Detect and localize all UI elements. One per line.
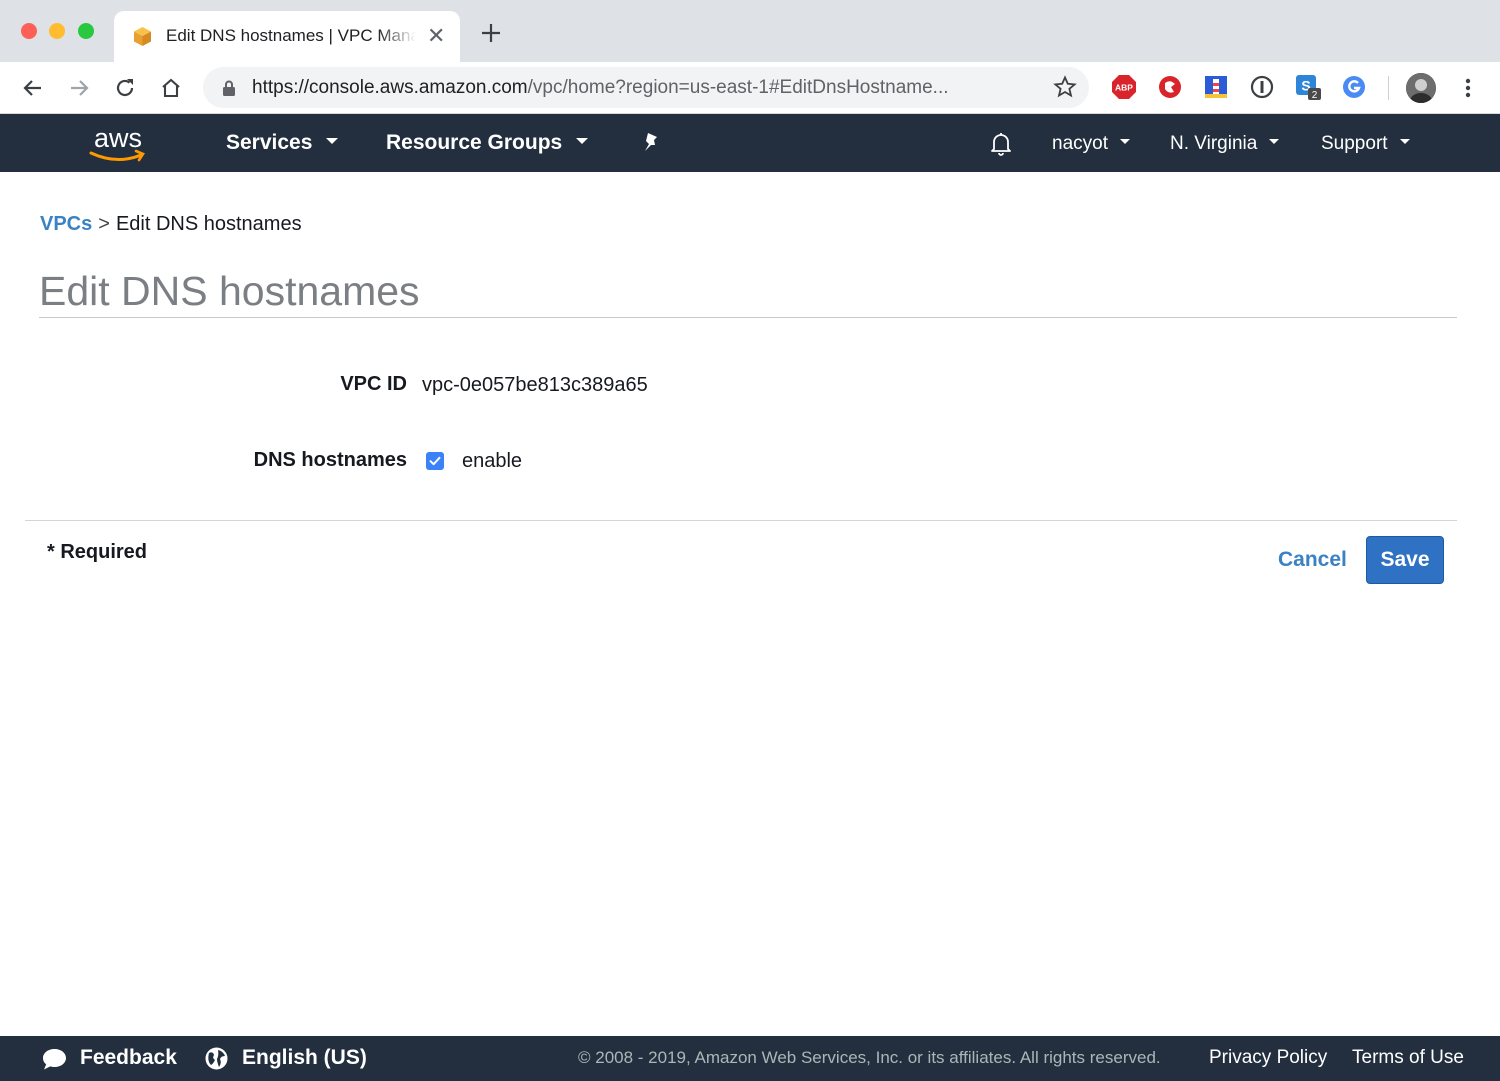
nav-region-label: N. Virginia [1170, 133, 1258, 154]
s-extension-icon[interactable]: S 2 [1295, 74, 1321, 100]
dns-hostnames-enable-label[interactable]: enable [462, 450, 522, 473]
nav-account-label: nacyot [1052, 133, 1108, 154]
nav-account-menu[interactable]: nacyot [1052, 133, 1130, 155]
avatar-image [1406, 73, 1436, 103]
profile-avatar[interactable] [1406, 73, 1436, 103]
address-bar[interactable]: https://console.aws.amazon.com/vpc/home?… [203, 67, 1089, 108]
toolbar-separator [1388, 76, 1389, 100]
title-divider [39, 317, 1457, 318]
browser-tab[interactable]: Edit DNS hostnames | VPC Management Cons… [114, 11, 460, 62]
nav-region-menu[interactable]: N. Virginia [1170, 133, 1280, 155]
vpc-id-value: vpc-0e057be813c389a65 [422, 374, 648, 396]
back-arrow-icon[interactable] [20, 75, 46, 101]
breadcrumb: VPCs > Edit DNS hostnames [40, 213, 302, 236]
bookmark-star-icon[interactable] [1053, 75, 1077, 99]
svg-text:aws: aws [94, 123, 142, 153]
chevron-down-icon [576, 138, 589, 145]
page-title: Edit DNS hostnames [39, 268, 420, 314]
reload-icon[interactable] [112, 75, 138, 101]
url-text: https://console.aws.amazon.com/vpc/home?… [252, 77, 949, 99]
chevron-down-icon [1119, 139, 1130, 145]
chevron-down-icon [1399, 139, 1410, 145]
password-extension-icon[interactable] [1249, 74, 1275, 100]
cancel-button[interactable]: Cancel [1278, 548, 1347, 572]
copyright-text: © 2008 - 2019, Amazon Web Services, Inc.… [578, 1048, 1161, 1067]
required-note: * Required [47, 541, 148, 563]
vpc-id-label: VPC ID [340, 373, 407, 395]
lock-icon [223, 80, 235, 96]
nav-services-menu[interactable]: Services [226, 131, 339, 155]
feedback-speech-bubble-icon[interactable] [41, 1047, 68, 1071]
globe-icon[interactable] [204, 1046, 229, 1071]
url-host: https://console.aws.amazon.com [252, 77, 528, 98]
save-button[interactable]: Save [1366, 536, 1444, 584]
browser-menu-icon[interactable] [1458, 75, 1478, 101]
chevron-down-icon [326, 138, 339, 145]
nav-services-label: Services [226, 131, 313, 154]
checkmark-icon [429, 456, 441, 466]
breadcrumb-vpcs-link[interactable]: VPCs [40, 213, 92, 235]
browser-tab-strip: Edit DNS hostnames | VPC Management Cons… [0, 0, 1500, 62]
lighthouse-extension-icon[interactable] [1203, 74, 1229, 100]
pin-icon[interactable] [640, 131, 662, 155]
chevron-down-icon [1269, 139, 1280, 145]
privacy-policy-link[interactable]: Privacy Policy [1209, 1047, 1327, 1069]
aws-cube-icon [134, 27, 151, 46]
tab-title: Edit DNS hostnames | VPC Management Cons… [166, 26, 416, 45]
home-icon[interactable] [158, 75, 184, 101]
window-close-button[interactable] [21, 23, 37, 39]
url-path: /vpc/home?region=us-east-1#EditDnsHostna… [527, 77, 949, 98]
nav-support-label: Support [1321, 133, 1388, 154]
dns-hostnames-label: DNS hostnames [253, 449, 407, 471]
red-extension-icon[interactable] [1157, 74, 1183, 100]
window-minimize-button[interactable] [49, 23, 65, 39]
dns-hostnames-enable-checkbox[interactable] [426, 452, 444, 470]
breadcrumb-separator: > [98, 213, 110, 235]
google-extension-icon[interactable] [1341, 74, 1367, 100]
console-footer: Feedback English (US) © 2008 - 2019, Ama… [0, 1036, 1500, 1081]
language-selector[interactable]: English (US) [242, 1046, 367, 1070]
nav-support-menu[interactable]: Support [1321, 133, 1410, 155]
nav-resource-groups-label: Resource Groups [386, 131, 563, 154]
feedback-link[interactable]: Feedback [80, 1046, 177, 1070]
browser-toolbar: https://console.aws.amazon.com/vpc/home?… [0, 62, 1500, 114]
adblock-extension-icon[interactable]: ABP [1111, 74, 1137, 100]
notification-bell-icon[interactable] [988, 130, 1014, 156]
window-maximize-button[interactable] [78, 23, 94, 39]
new-tab-plus-icon[interactable] [478, 20, 504, 46]
aws-nav-bar: aws Services Resource Groups nacyot N. V… [0, 114, 1500, 172]
tab-close-icon[interactable]: ✕ [427, 25, 445, 47]
aws-logo[interactable]: aws [87, 119, 151, 167]
breadcrumb-current: Edit DNS hostnames [115, 213, 302, 235]
form-footer-divider [25, 520, 1457, 521]
svg-text:ABP: ABP [1115, 83, 1133, 93]
svg-text:2: 2 [1312, 90, 1318, 100]
nav-resource-groups-menu[interactable]: Resource Groups [386, 131, 589, 155]
terms-of-use-link[interactable]: Terms of Use [1352, 1047, 1464, 1069]
forward-arrow-icon[interactable] [66, 75, 92, 101]
